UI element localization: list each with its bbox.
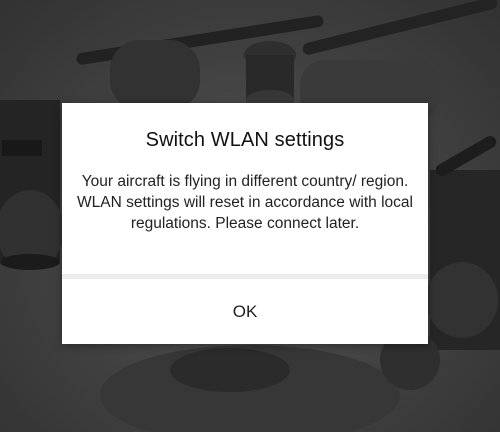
dialog-title: Switch WLAN settings bbox=[145, 129, 345, 151]
dialog-message: Your aircraft is flying in different cou… bbox=[77, 173, 413, 232]
wlan-settings-dialog: Switch WLAN settings Your aircraft is fl… bbox=[62, 103, 428, 344]
ok-button[interactable]: OK bbox=[62, 279, 428, 344]
